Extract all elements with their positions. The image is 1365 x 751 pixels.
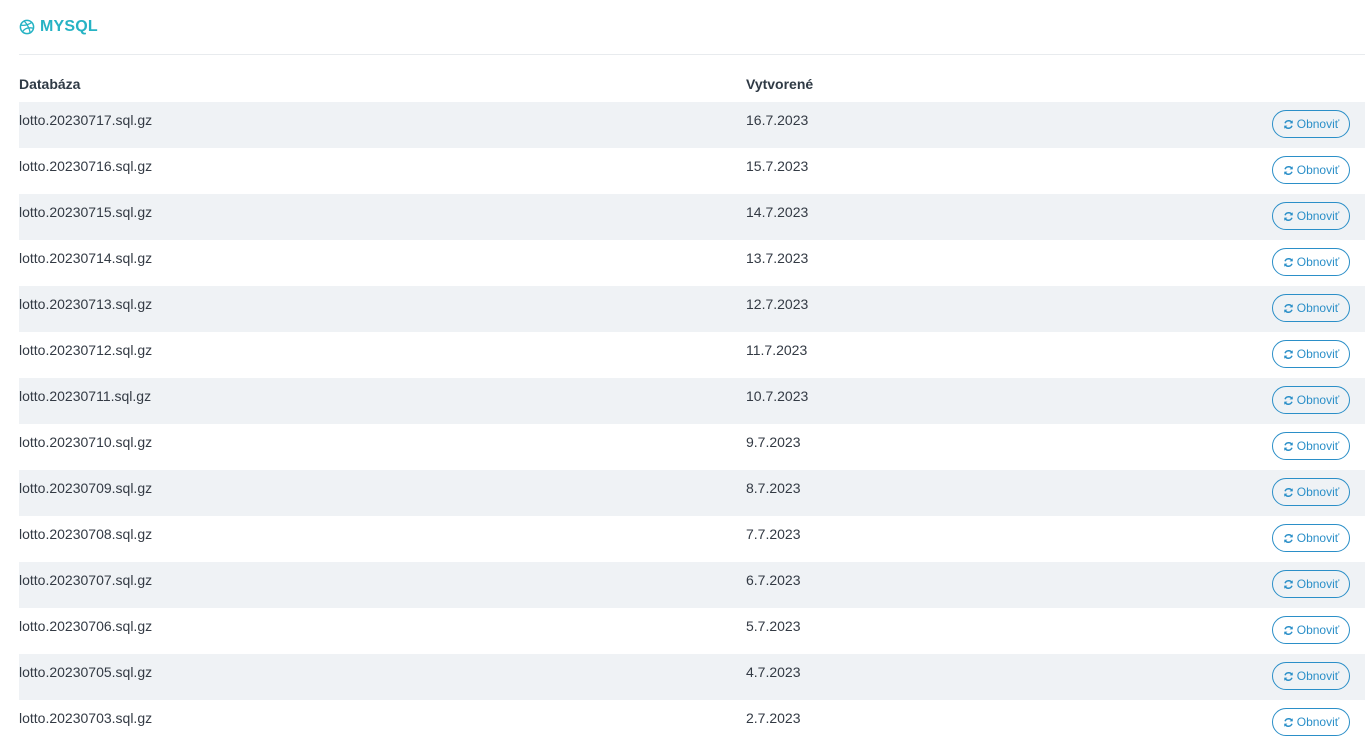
table-row: lotto.20230716.sql.gz 15.7.2023 Obnoviť	[19, 148, 1365, 194]
restore-button[interactable]: Obnoviť	[1272, 432, 1350, 460]
restore-button[interactable]: Obnoviť	[1272, 386, 1350, 414]
restore-button-label: Obnoviť	[1296, 623, 1340, 637]
table-row: lotto.20230714.sql.gz 13.7.2023 Obnoviť	[19, 240, 1365, 286]
restore-button-label: Obnoviť	[1296, 531, 1340, 545]
table-row: lotto.20230717.sql.gz 16.7.2023 Obnoviť	[19, 102, 1365, 148]
restore-button-label: Obnoviť	[1296, 485, 1340, 499]
refresh-icon	[1283, 625, 1294, 636]
restore-button-label: Obnoviť	[1296, 301, 1340, 315]
refresh-icon	[1283, 211, 1294, 222]
restore-button-label: Obnoviť	[1296, 163, 1340, 177]
restore-button[interactable]: Obnoviť	[1272, 156, 1350, 184]
table-row: lotto.20230711.sql.gz 10.7.2023 Obnoviť	[19, 378, 1365, 424]
refresh-icon	[1283, 257, 1294, 268]
database-name: lotto.20230705.sql.gz	[19, 664, 153, 680]
created-date: 2.7.2023	[746, 710, 801, 726]
restore-button[interactable]: Obnoviť	[1272, 708, 1350, 736]
refresh-icon	[1283, 119, 1294, 130]
database-name: lotto.20230714.sql.gz	[19, 250, 153, 266]
restore-button-label: Obnoviť	[1296, 117, 1340, 131]
restore-button-label: Obnoviť	[1296, 715, 1340, 729]
restore-button[interactable]: Obnoviť	[1272, 202, 1350, 230]
table-row: lotto.20230707.sql.gz 6.7.2023 Obnoviť	[19, 562, 1365, 608]
table-row: lotto.20230710.sql.gz 9.7.2023 Obnoviť	[19, 424, 1365, 470]
restore-button[interactable]: Obnoviť	[1272, 248, 1350, 276]
refresh-icon	[1283, 717, 1294, 728]
created-date: 7.7.2023	[746, 526, 801, 542]
database-name: lotto.20230710.sql.gz	[19, 434, 153, 450]
database-name: lotto.20230703.sql.gz	[19, 710, 153, 726]
created-date: 9.7.2023	[746, 434, 801, 450]
table-row: lotto.20230712.sql.gz 11.7.2023 Obnoviť	[19, 332, 1365, 378]
restore-button[interactable]: Obnoviť	[1272, 110, 1350, 138]
refresh-icon	[1283, 441, 1294, 452]
column-header-database: Databáza	[19, 76, 81, 92]
created-date: 6.7.2023	[746, 572, 801, 588]
section-header: MYSQL	[19, 16, 1365, 55]
refresh-icon	[1283, 487, 1294, 498]
refresh-icon	[1283, 579, 1294, 590]
created-date: 14.7.2023	[746, 204, 809, 220]
restore-button-label: Obnoviť	[1296, 577, 1340, 591]
restore-button[interactable]: Obnoviť	[1272, 294, 1350, 322]
created-date: 12.7.2023	[746, 296, 809, 312]
restore-button[interactable]: Obnoviť	[1272, 662, 1350, 690]
created-date: 16.7.2023	[746, 112, 809, 128]
restore-button-label: Obnoviť	[1296, 393, 1340, 407]
table-row: lotto.20230713.sql.gz 12.7.2023 Obnoviť	[19, 286, 1365, 332]
column-header-created: Vytvorené	[746, 76, 814, 92]
restore-button[interactable]: Obnoviť	[1272, 616, 1350, 644]
database-name: lotto.20230711.sql.gz	[19, 388, 152, 404]
table-row: lotto.20230709.sql.gz 8.7.2023 Obnoviť	[19, 470, 1365, 516]
table-body: lotto.20230717.sql.gz 16.7.2023 Obnoviť lot…	[19, 102, 1365, 746]
restore-button[interactable]: Obnoviť	[1272, 340, 1350, 368]
created-date: 8.7.2023	[746, 480, 801, 496]
created-date: 4.7.2023	[746, 664, 801, 680]
database-name: lotto.20230709.sql.gz	[19, 480, 153, 496]
backup-table: Databáza Vytvorené lotto.20230717.sql.gz…	[19, 56, 1365, 746]
database-name: lotto.20230713.sql.gz	[19, 296, 153, 312]
refresh-icon	[1283, 671, 1294, 682]
created-date: 11.7.2023	[746, 342, 808, 358]
refresh-icon	[1283, 533, 1294, 544]
database-name: lotto.20230706.sql.gz	[19, 618, 153, 634]
database-name: lotto.20230708.sql.gz	[19, 526, 153, 542]
table-row: lotto.20230706.sql.gz 5.7.2023 Obnoviť	[19, 608, 1365, 654]
created-date: 10.7.2023	[746, 388, 809, 404]
restore-button-label: Obnoviť	[1296, 669, 1340, 683]
refresh-icon	[1283, 303, 1294, 314]
table-row: lotto.20230705.sql.gz 4.7.2023 Obnoviť	[19, 654, 1365, 700]
restore-button[interactable]: Obnoviť	[1272, 478, 1350, 506]
created-date: 5.7.2023	[746, 618, 801, 634]
refresh-icon	[1283, 165, 1294, 176]
restore-button-label: Obnoviť	[1296, 439, 1340, 453]
refresh-icon	[1283, 395, 1294, 406]
database-name: lotto.20230717.sql.gz	[19, 112, 153, 128]
restore-button[interactable]: Obnoviť	[1272, 524, 1350, 552]
created-date: 13.7.2023	[746, 250, 809, 266]
created-date: 15.7.2023	[746, 158, 809, 174]
restore-button[interactable]: Obnoviť	[1272, 570, 1350, 598]
refresh-icon	[1283, 349, 1294, 360]
table-row: lotto.20230715.sql.gz 14.7.2023 Obnoviť	[19, 194, 1365, 240]
section-title: MYSQL	[40, 18, 98, 35]
table-row: lotto.20230708.sql.gz 7.7.2023 Obnoviť	[19, 516, 1365, 562]
restore-button-label: Obnoviť	[1296, 209, 1340, 223]
database-name: lotto.20230712.sql.gz	[19, 342, 153, 358]
database-name: lotto.20230716.sql.gz	[19, 158, 153, 174]
restore-button-label: Obnoviť	[1296, 347, 1340, 361]
restore-button-label: Obnoviť	[1296, 255, 1340, 269]
table-header: Databáza Vytvorené	[19, 56, 1365, 102]
table-row: lotto.20230703.sql.gz 2.7.2023 Obnoviť	[19, 700, 1365, 746]
database-name: lotto.20230715.sql.gz	[19, 204, 153, 220]
dribbble-icon	[19, 19, 35, 35]
database-name: lotto.20230707.sql.gz	[19, 572, 153, 588]
